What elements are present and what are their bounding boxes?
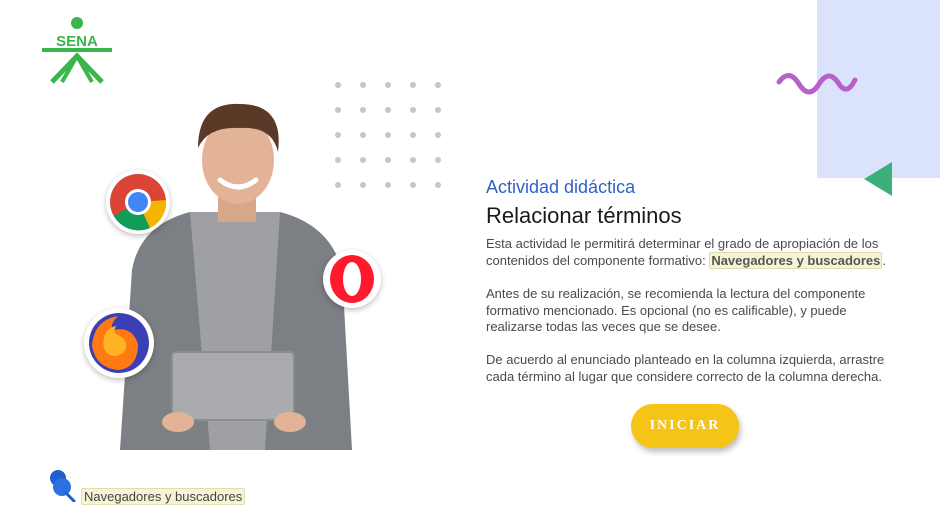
footer-component-tag: Navegadores y buscadores	[81, 488, 246, 505]
chrome-icon	[110, 174, 167, 231]
activity-kicker: Actividad didáctica	[486, 177, 636, 197]
start-button[interactable]: INICIAR	[631, 404, 739, 448]
recommendation-paragraph: Antes de su realización, se recomienda l…	[486, 286, 866, 334]
decor-dot	[435, 107, 441, 113]
decor-dot	[410, 82, 416, 88]
decor-dot	[435, 132, 441, 138]
page-title: Relacionar términos	[486, 203, 682, 228]
hero-illustration	[80, 100, 400, 450]
intro-suffix: .	[882, 252, 887, 268]
pushpin-icon	[50, 470, 76, 502]
decor-dot	[360, 82, 366, 88]
decor-dot	[435, 157, 441, 163]
opera-icon	[330, 255, 374, 303]
component-highlight-text: Navegadores y buscadores	[711, 252, 881, 268]
decor-dot	[435, 182, 441, 188]
decor-dot	[410, 107, 416, 113]
component-highlight: Navegadores y buscadores	[709, 251, 883, 269]
intro-paragraph: Esta actividad le permitirá determinar e…	[486, 236, 886, 269]
decor-dot	[435, 82, 441, 88]
decor-dot	[335, 82, 341, 88]
firefox-badge	[84, 308, 154, 378]
instructions-paragraph: De acuerdo al enunciado planteado en la …	[486, 352, 885, 384]
decor-dot	[410, 182, 416, 188]
sena-logo: SENA	[42, 17, 112, 84]
decor-dot	[410, 157, 416, 163]
opera-badge	[323, 250, 381, 308]
chrome-badge	[106, 170, 170, 234]
firefox-icon	[89, 313, 149, 373]
decor-dot	[385, 82, 391, 88]
triangle-decoration	[864, 162, 892, 196]
logo-text: SENA	[56, 33, 98, 50]
decor-dot	[410, 132, 416, 138]
squiggle-decoration	[776, 73, 858, 95]
